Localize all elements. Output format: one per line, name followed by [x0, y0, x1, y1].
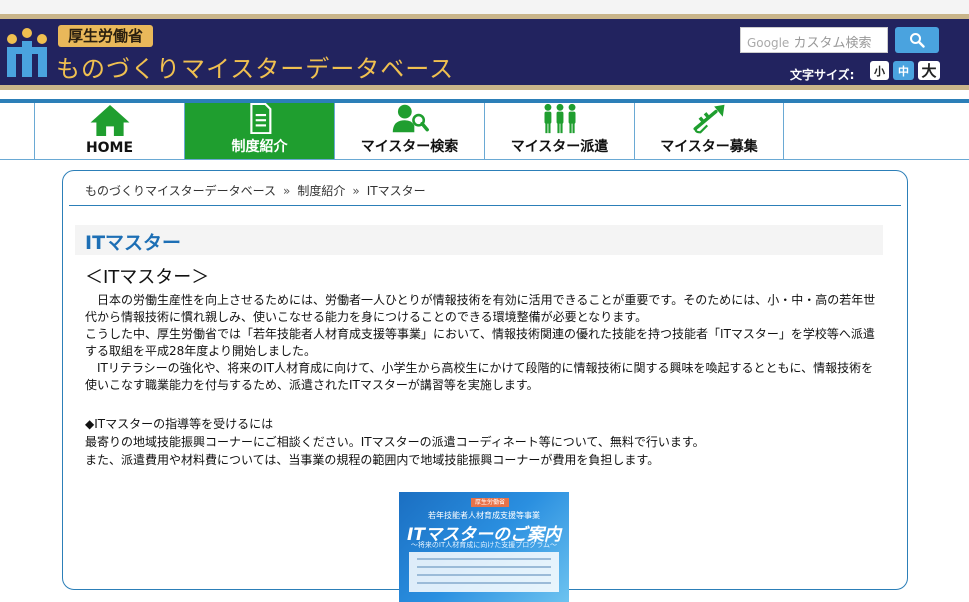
breadcrumb-link-home[interactable]: ものづくりマイスターデータベース — [85, 184, 276, 198]
nav-item-recruit[interactable]: マイスター募集 — [634, 103, 784, 159]
search-button[interactable] — [895, 27, 939, 53]
section-text: 最寄りの地域技能振興コーナーにご相談ください。ITマスターの派遣コーディネート等… — [85, 433, 885, 469]
fontsize-medium-button[interactable]: 中 — [893, 61, 914, 80]
fontsize-label: 文字サイズ: — [790, 68, 855, 82]
nav-item-label: マイスター検索 — [360, 139, 459, 155]
ministry-badge: 厚生労働省 — [58, 25, 154, 47]
site-title[interactable]: ものづくりマイスターデータベース — [56, 49, 454, 84]
pamphlet-text-panel — [409, 552, 559, 592]
nav-item-system[interactable]: 制度紹介 — [184, 103, 334, 159]
site-logo-icon[interactable] — [4, 27, 50, 79]
nav-item-label: 制度紹介 — [231, 139, 288, 155]
pamphlet-badge: 厚生労働省 — [471, 498, 510, 507]
search-placeholder: カスタム検索 — [793, 36, 872, 51]
paragraph: ITリテラシーの強化や、将来のIT人材育成に向けて、小学生から高校生にかけて段階… — [85, 361, 874, 392]
main-nav: HOME 制度紹介 マイスター検索 マイスター派遣 マイスター募集 — [34, 103, 784, 159]
nav-bottom-line — [0, 159, 969, 160]
pamphlet-image[interactable]: 厚生労働省 若年技能者人材育成支援等事業 ITマスターのご案内 〜将来のIT人材… — [399, 492, 569, 602]
nav-item-label: マイスター募集 — [660, 139, 758, 155]
paragraph: こうした中、厚生労働省では「若年技能者人材育成支援等事業」において、情報技術関連… — [85, 327, 875, 358]
page-title: ITマスター — [75, 225, 883, 255]
paragraph: また、派遣費用や材料費については、当事業の規程の範囲内で地域技能振興コーナーが費… — [85, 453, 660, 467]
breadcrumb-divider — [69, 205, 901, 206]
breadcrumb-separator: » — [352, 184, 360, 198]
fontsize-small-button[interactable]: 小 — [870, 61, 889, 80]
breadcrumb: ものづくりマイスターデータベース » 制度紹介 » ITマスター — [85, 182, 426, 199]
section-title: ◆ITマスターの指導等を受けるには — [85, 417, 274, 431]
paragraph: 最寄りの地域技能振興コーナーにご相談ください。ITマスターの派遣コーディネート等… — [85, 435, 705, 449]
search-input[interactable]: Google カスタム検索 — [740, 27, 888, 53]
breadcrumb-separator: » — [283, 184, 291, 198]
paragraph: 日本の労働生産性を向上させるためには、労働者一人ひとりが情報技術を有効に活用でき… — [85, 293, 876, 324]
site-header: 厚生労働省 ものづくりマイスターデータベース Google カスタム検索 文字サ… — [0, 14, 969, 90]
content-panel: ものづくりマイスターデータベース » 制度紹介 » ITマスター ITマスター ＜ITマ… — [62, 170, 908, 602]
nav-item-label: HOME — [85, 140, 134, 156]
home-icon — [90, 104, 129, 137]
breadcrumb-link-system[interactable]: 制度紹介 — [297, 184, 345, 198]
search-google-label: Google — [747, 36, 790, 50]
nav-item-dispatch[interactable]: マイスター派遣 — [484, 103, 634, 159]
person-search-icon — [392, 104, 429, 133]
search-icon — [910, 33, 925, 48]
people-icon — [544, 103, 575, 134]
nav-item-label: マイスター派遣 — [510, 139, 609, 155]
top-strip — [0, 0, 969, 14]
document-icon — [249, 103, 271, 134]
pamphlet-tagline: 〜将来のIT人材育成に向けた支援プログラム〜 — [410, 541, 558, 549]
sub-heading: ＜ITマスター＞ — [85, 267, 210, 288]
trumpet-icon — [693, 104, 725, 134]
intro-text: 日本の労働生産性を向上させるためには、労働者一人ひとりが情報技術を有効に活用でき… — [85, 292, 885, 394]
breadcrumb-current: ITマスター — [366, 184, 426, 198]
fontsize-large-button[interactable]: 大 — [918, 61, 940, 80]
nav-item-home[interactable]: HOME — [34, 103, 184, 159]
nav-item-search[interactable]: マイスター検索 — [334, 103, 484, 159]
